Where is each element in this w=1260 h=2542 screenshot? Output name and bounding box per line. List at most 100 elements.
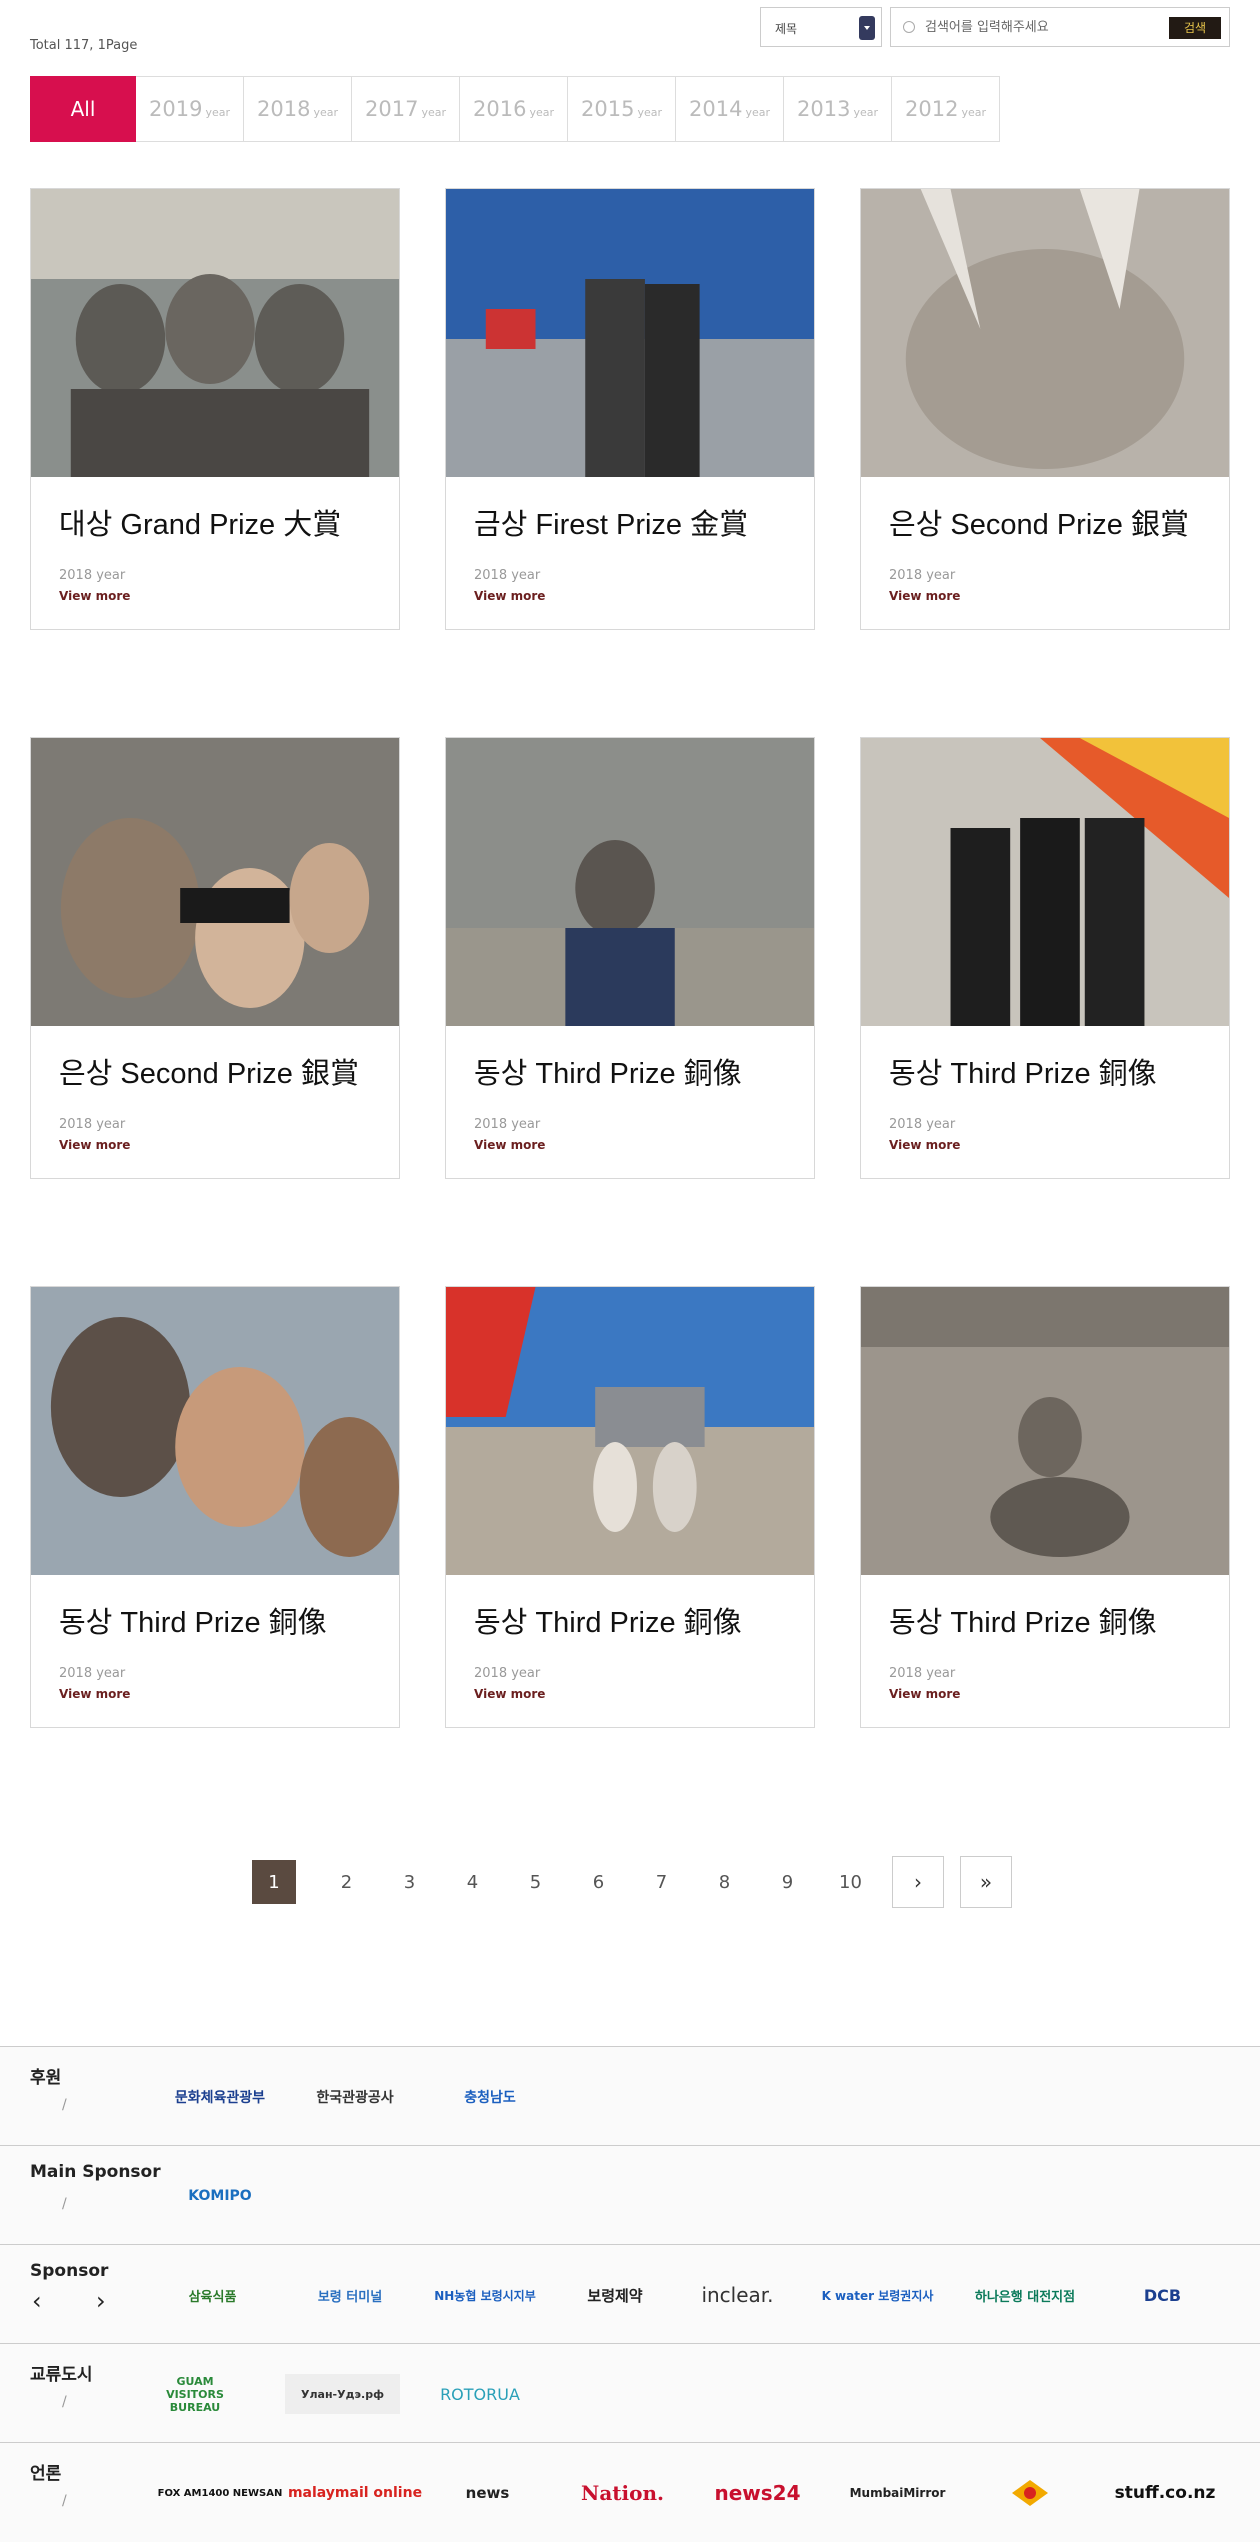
footer-sponsor-row: Main Sponsor / KOMIPO: [0, 2145, 1260, 2244]
partner-logo[interactable]: inclear.: [685, 2275, 790, 2315]
partner-logo[interactable]: 보령 터미널: [290, 2275, 410, 2315]
media-logo[interactable]: stuff.co.nz: [1115, 2473, 1216, 2513]
footer-sponsor-row: 교류도시 / GUAM VISITORS BUREAU Улан-Удэ.рф …: [0, 2343, 1260, 2442]
card-year: 2018 year: [59, 1666, 126, 1681]
tab-2014[interactable]: 2014 year: [676, 76, 784, 142]
partner-logo[interactable]: K water 보령권지사: [815, 2275, 940, 2315]
card-photo: [446, 1287, 814, 1575]
tab-2015[interactable]: 2015 year: [568, 76, 676, 142]
card-photo: [31, 1287, 399, 1575]
gallery-card[interactable]: 은상 Second Prize 銀賞 2018 year View more: [30, 737, 400, 1179]
footer-section-label: 언론: [30, 2464, 62, 2484]
tab-2013[interactable]: 2013 year: [784, 76, 892, 142]
page-button[interactable]: 2: [315, 1860, 378, 1904]
search-input[interactable]: [925, 16, 1155, 38]
gallery-card[interactable]: 은상 Second Prize 銀賞 2018 year View more: [860, 188, 1230, 630]
view-more-link[interactable]: View more: [861, 1681, 1229, 1727]
page-button[interactable]: 8: [693, 1860, 756, 1904]
partner-logo[interactable]: NH농협 보령시지부: [425, 2275, 545, 2315]
view-more-link[interactable]: View more: [31, 1681, 399, 1727]
gallery-card[interactable]: 동상 Third Prize 銅像 2018 year View more: [860, 737, 1230, 1179]
page-button[interactable]: 9: [756, 1860, 819, 1904]
footer-sponsor-row: 후원 / 문화체육관광부 한국관광공사 충청남도: [0, 2046, 1260, 2145]
media-logo[interactable]: MumbaiMirror: [840, 2473, 955, 2513]
view-more-link[interactable]: View more: [31, 583, 399, 629]
tab-2019[interactable]: 2019 year: [136, 76, 244, 142]
footer-section-label: 교류도시: [30, 2365, 93, 2385]
footer-section-label: Main Sponsor: [30, 2162, 161, 2182]
media-logo[interactable]: news: [440, 2473, 535, 2513]
search-field-value: 제목: [775, 22, 798, 36]
slider-prev-button[interactable]: ‹: [32, 2287, 42, 2315]
partner-logo[interactable]: 삼육식품: [155, 2275, 270, 2315]
page-button[interactable]: 6: [567, 1860, 630, 1904]
partner-logo[interactable]: Улан-Удэ.рф: [285, 2374, 400, 2414]
tab-label: 2018: [257, 97, 311, 121]
page-button[interactable]: 5: [504, 1860, 567, 1904]
media-logo[interactable]: FOX AM1400 NEWSAN: [158, 2473, 283, 2513]
last-page-button[interactable]: »: [960, 1856, 1012, 1908]
view-more-link[interactable]: View more: [446, 583, 814, 629]
footer-slash: /: [62, 2394, 67, 2410]
page-button[interactable]: 10: [819, 1860, 882, 1904]
partner-logo[interactable]: 보령제약: [560, 2275, 670, 2315]
tab-label: All: [70, 97, 96, 121]
page-button[interactable]: 3: [378, 1860, 441, 1904]
partner-logo[interactable]: KOMIPO: [170, 2176, 270, 2216]
view-more-link[interactable]: View more: [861, 583, 1229, 629]
tab-2017[interactable]: 2017 year: [352, 76, 460, 142]
search-icon: [903, 21, 915, 33]
next-page-button[interactable]: ›: [892, 1856, 944, 1908]
tab-suffix: year: [205, 105, 230, 119]
card-photo: [446, 738, 814, 1026]
tab-2012[interactable]: 2012 year: [892, 76, 1000, 142]
gallery-card[interactable]: 동상 Third Prize 銅像 2018 year View more: [445, 737, 815, 1179]
partner-logo[interactable]: 한국관광공사: [300, 2077, 410, 2117]
chevron-down-icon: [859, 16, 875, 40]
media-logo[interactable]: malaymail online: [288, 2473, 422, 2513]
gallery-card[interactable]: 동상 Third Prize 銅像 2018 year View more: [860, 1286, 1230, 1728]
tab-all[interactable]: All: [30, 76, 136, 142]
card-photo: [446, 189, 814, 477]
tab-suffix: year: [529, 105, 554, 119]
year-tabs: All 2019 year 2018 year 2017 year 2016 year …: [30, 76, 1000, 142]
card-year: 2018 year: [474, 568, 541, 583]
page-button[interactable]: 1: [252, 1860, 296, 1904]
view-more-link[interactable]: View more: [446, 1132, 814, 1178]
tab-2016[interactable]: 2016 year: [460, 76, 568, 142]
card-year: 2018 year: [59, 1117, 126, 1132]
page-button[interactable]: 4: [441, 1860, 504, 1904]
tab-suffix: year: [421, 105, 446, 119]
tab-2018[interactable]: 2018 year: [244, 76, 352, 142]
gallery-card[interactable]: 금상 Firest Prize 金賞 2018 year View more: [445, 188, 815, 630]
partner-logo[interactable]: ROTORUA: [430, 2374, 530, 2414]
card-title: 은상 Second Prize 銀賞: [59, 1058, 359, 1090]
footer-sponsor-row: Sponsor ‹ › 삼육식품 보령 터미널 NH농협 보령시지부 보령제약 …: [0, 2244, 1260, 2343]
card-year: 2018 year: [889, 1117, 956, 1132]
media-logo[interactable]: Nation.: [560, 2473, 685, 2513]
search-field-select[interactable]: 제목: [760, 7, 882, 47]
card-title: 동상 Third Prize 銅像: [59, 1607, 327, 1639]
gallery-card[interactable]: 동상 Third Prize 銅像 2018 year View more: [30, 1286, 400, 1728]
card-title: 대상 Grand Prize 大賞: [59, 509, 342, 541]
view-more-link[interactable]: View more: [31, 1132, 399, 1178]
tab-label: 2016: [473, 97, 527, 121]
partner-logo[interactable]: 충청남도: [440, 2077, 540, 2117]
tab-suffix: year: [745, 105, 770, 119]
partner-logo[interactable]: DCB: [1100, 2275, 1225, 2315]
gallery-card[interactable]: 대상 Grand Prize 大賞 2018 year View more: [30, 188, 400, 630]
footer-section-label: 후원: [30, 2068, 62, 2088]
partner-logo[interactable]: 문화체육관광부: [155, 2077, 285, 2117]
footer-slash: /: [62, 2196, 67, 2212]
partner-logo[interactable]: GUAM VISITORS BUREAU: [150, 2374, 240, 2414]
gallery-card[interactable]: 동상 Third Prize 銅像 2018 year View more: [445, 1286, 815, 1728]
media-logo[interactable]: [1000, 2473, 1060, 2513]
slider-next-button[interactable]: ›: [96, 2287, 106, 2315]
search-button[interactable]: 검색: [1169, 17, 1221, 39]
page-button[interactable]: 7: [630, 1860, 693, 1904]
partner-logo[interactable]: 하나은행 대전지점: [960, 2275, 1090, 2315]
view-more-link[interactable]: View more: [446, 1681, 814, 1727]
card-photo: [31, 189, 399, 477]
view-more-link[interactable]: View more: [861, 1132, 1229, 1178]
media-logo[interactable]: news24: [705, 2473, 810, 2513]
